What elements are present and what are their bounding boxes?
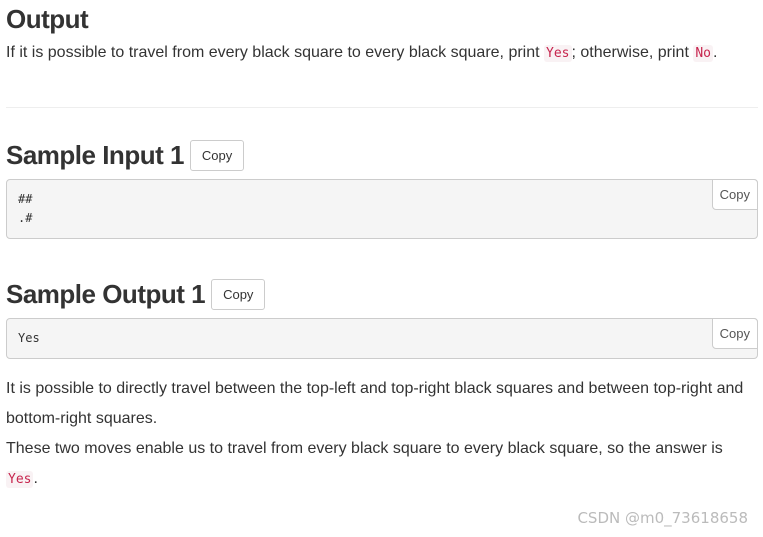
sample-input-block: Copy ## .# [6,179,758,239]
copy-sample-output-button[interactable]: Copy [211,278,266,310]
divider [6,107,758,108]
explanation-line-2: These two moves enable us to travel from… [6,440,723,488]
sample-input-heading: Sample Input 1 Copy [6,136,758,174]
code-no: No [693,45,713,62]
code-yes-answer: Yes [6,471,34,488]
watermark: CSDN @m0_73618658 [577,509,748,527]
copy-output-pre-button[interactable]: Copy [711,318,758,349]
code-yes: Yes [544,45,572,62]
sample-output-heading: Sample Output 1 Copy [6,275,758,313]
copy-input-pre-button[interactable]: Copy [711,179,758,210]
sample-output-block: Copy Yes [6,318,758,359]
output-description: If it is possible to travel from every b… [6,44,718,62]
output-heading: Output [6,3,89,34]
explanation-line-1: It is possible to directly travel betwee… [6,380,744,427]
copy-sample-input-button[interactable]: Copy [189,139,245,171]
